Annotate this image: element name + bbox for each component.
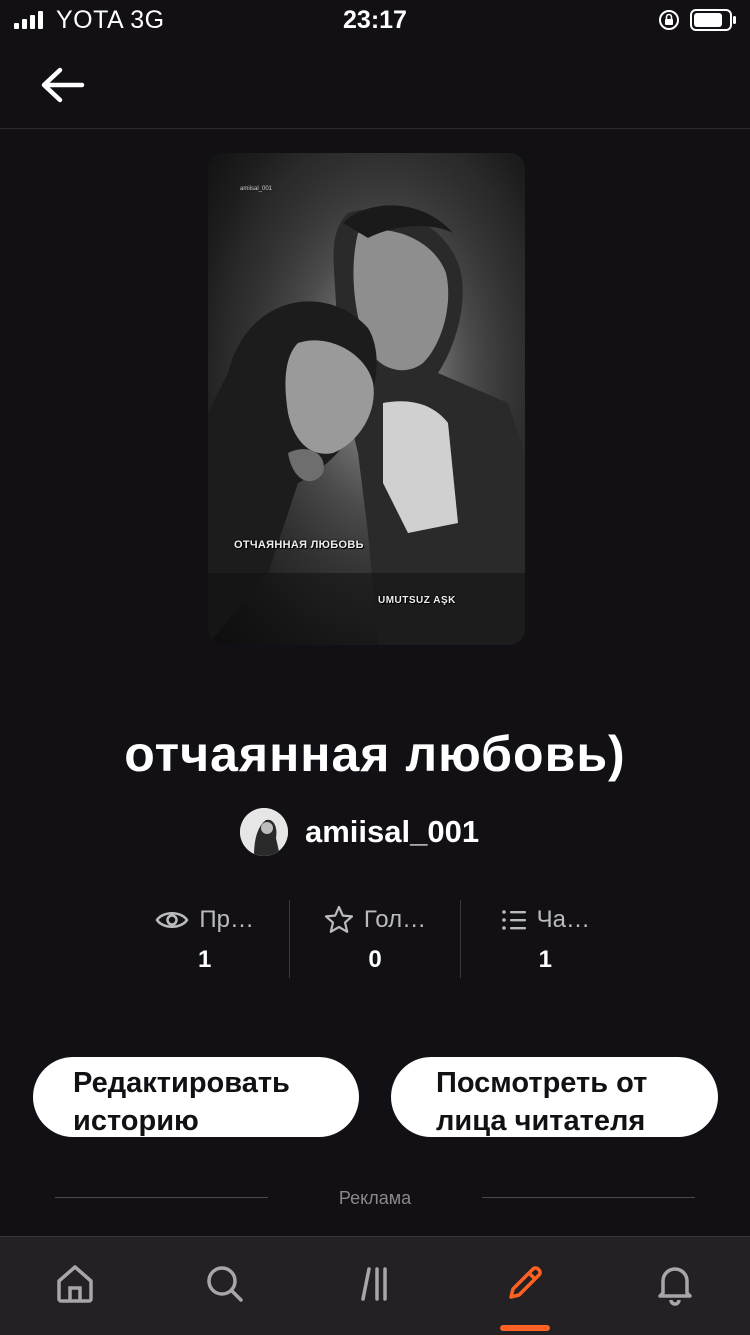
author-name[interactable]: amiisal_001: [305, 814, 479, 850]
cover-title-text: ОТЧАЯННАЯ ЛЮБОВЬ: [234, 539, 364, 551]
nav-home[interactable]: [45, 1259, 105, 1315]
ad-label: Реклама: [338, 1188, 412, 1208]
stat-votes-label: Гол…: [363, 906, 427, 933]
stat-votes-value: 0: [368, 946, 382, 973]
eye-icon: [155, 912, 189, 928]
top-bar: [0, 40, 750, 129]
nav-notifications[interactable]: [645, 1259, 705, 1315]
author-link[interactable]: amiisal_001: [240, 808, 479, 856]
status-bar: YOTA 3G 23:17: [0, 0, 750, 40]
stat-parts-value: 1: [538, 946, 552, 973]
write-icon: [509, 1266, 542, 1299]
stat-reads-label: Пр…: [199, 906, 254, 933]
cover-watermark: amiisal_001: [240, 186, 273, 192]
reader-view-label-line2: лица читателя: [436, 1105, 646, 1137]
stat-votes: Гол… 0: [289, 900, 459, 978]
reader-view-label-line1: Посмотреть от: [436, 1067, 648, 1099]
nav-write[interactable]: [495, 1259, 555, 1315]
edit-story-button[interactable]: Редактировать историю: [33, 1057, 359, 1137]
edit-story-label-line1: Редактировать: [73, 1067, 290, 1099]
story-cover-image[interactable]: amiisal_001 ОТЧАЯННАЯ ЛЮБОВЬ UMUTSUZ AŞK: [208, 153, 525, 645]
story-title: отчаянная любовь): [124, 726, 626, 782]
clock: 23:17: [343, 6, 407, 34]
nav-library[interactable]: [345, 1259, 405, 1315]
stat-reads-value: 1: [197, 946, 212, 973]
ad-divider-right: [482, 1197, 695, 1198]
nav-search[interactable]: [195, 1259, 255, 1315]
stat-reads: Пр… 1: [120, 900, 289, 978]
story-stats: Пр… 1 Гол… 0 Ча… 1: [120, 900, 630, 978]
stat-parts-label: Ча…: [536, 906, 590, 933]
notifications-icon: [658, 1267, 692, 1306]
star-icon: [324, 905, 353, 933]
cover-artwork: [208, 153, 525, 645]
nav-active-indicator: [500, 1325, 550, 1331]
back-arrow-icon[interactable]: [36, 60, 90, 110]
bottom-nav: [0, 1236, 750, 1335]
cover-subtitle-text: UMUTSUZ AŞK: [378, 595, 456, 606]
list-icon: [501, 910, 526, 930]
library-icon: [361, 1267, 387, 1301]
author-avatar[interactable]: [240, 808, 288, 856]
edit-story-label-line2: историю: [73, 1105, 199, 1137]
home-icon: [57, 1265, 93, 1303]
reader-view-button[interactable]: Посмотреть от лица читателя: [391, 1057, 718, 1137]
stat-parts: Ча… 1: [459, 900, 630, 978]
rotation-lock-icon: [659, 10, 679, 30]
battery-icon: [690, 9, 736, 31]
search-icon: [207, 1266, 243, 1302]
